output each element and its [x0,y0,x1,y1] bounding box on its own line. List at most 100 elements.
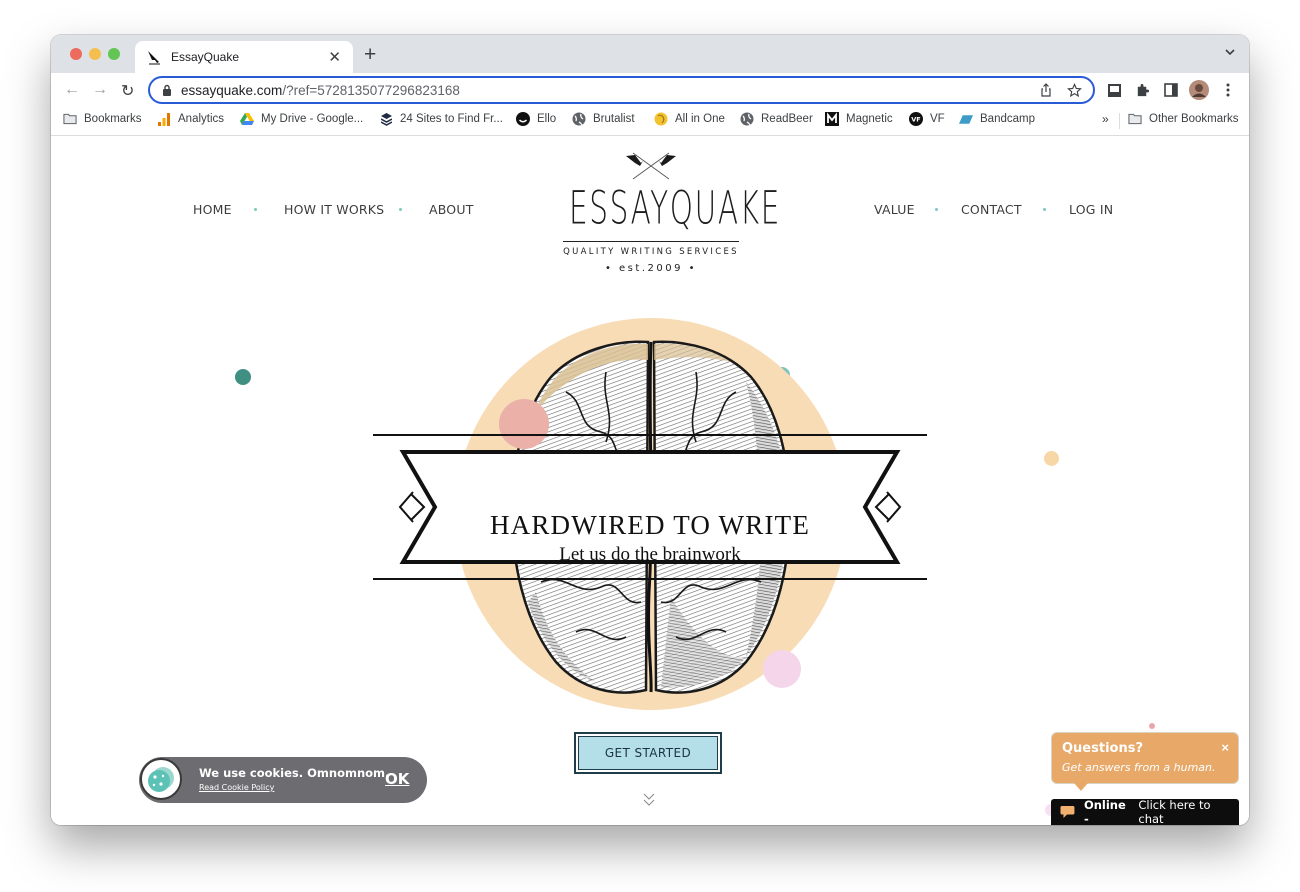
active-tab[interactable]: EssayQuake ✕ [135,41,353,73]
bookmark-label: Analytics [178,113,225,125]
crossed-quills-icon [626,152,676,180]
bookmark-label: 24 Sites to Find Fr... [400,113,503,125]
logo-tagline: QUALITY WRITING SERVICES [563,247,739,257]
folder-icon [63,112,77,126]
quill-bird-icon [148,51,160,65]
bookmark-ello[interactable]: Ello [516,112,556,126]
bookmark-brutalist[interactable]: Brutalist [572,112,635,126]
chat-action: Click here to chat [1138,798,1211,825]
bookmark-bandcamp[interactable]: Bandcamp [959,112,1035,126]
layers-icon [379,112,393,126]
bookmark-label: Brutalist [593,113,635,125]
nav-about[interactable]: ABOUT [429,202,474,217]
kebab-menu-icon[interactable] [1217,79,1239,101]
tab-title: EssayQuake [171,50,240,64]
cookie-banner: We use cookies. Omnomnom. Read Cookie Po… [139,757,427,803]
bookmark-label: ReadBeer [761,113,813,125]
nav-separator-dot [935,208,938,211]
decorative-dot [1149,723,1155,729]
bandcamp-icon [959,112,973,126]
chat-bubble-icon [1060,806,1075,818]
bookmark-label: Magnetic [846,113,893,125]
all-in-one-icon [654,112,668,126]
url-host: essayquake.com [181,82,283,98]
nav-value[interactable]: VALUE [874,202,915,217]
bookmarks-bar: Bookmarks Analytics My Drive - Google...… [51,107,1249,136]
chat-prompt-bubble[interactable]: Questions? Get answers from a human. × [1051,732,1239,791]
bookmark-analytics[interactable]: Analytics [157,112,224,126]
bookmark-all-in-one[interactable]: All in One [654,112,725,126]
extensions-puzzle-icon[interactable] [1131,79,1153,101]
google-drive-icon [240,112,254,126]
bookmark-other-bookmarks[interactable]: Other Bookmarks [1128,112,1238,126]
nav-separator-dot [399,208,402,211]
bookmark-bookmarks[interactable]: Bookmarks [63,112,142,126]
globe-icon [572,112,586,126]
scroll-down-chevrons-icon[interactable] [641,791,657,811]
bookmark-label: My Drive - Google... [261,113,364,125]
browser-window: EssayQuake ✕ + ← → ↻ essayquake.com/?ref… [51,35,1249,825]
bookmark-label: Other Bookmarks [1149,113,1239,125]
new-tab-button[interactable]: + [364,43,376,67]
bookmark-label: Ello [537,113,557,125]
bookmark-24-sites[interactable]: 24 Sites to Find Fr... [379,112,503,126]
globe-icon [740,112,754,126]
share-icon[interactable] [1037,81,1055,99]
chevron-down-icon[interactable] [1225,47,1235,57]
hero-subtitle: Let us do the brainwork [559,544,741,565]
close-chat-prompt-icon[interactable]: × [1221,740,1229,755]
bookmark-my-drive[interactable]: My Drive - Google... [240,112,363,126]
lock-icon [163,84,171,96]
back-button[interactable]: ← [64,81,80,99]
bookmark-vf[interactable]: VF VF [909,112,945,126]
star-icon[interactable] [1065,81,1083,99]
bookmarks-overflow-button[interactable]: » [1102,112,1109,126]
get-started-button[interactable]: GET STARTED [574,732,722,774]
toolbar: ← → ↻ essayquake.com/?ref=57281350772968… [51,73,1249,107]
close-window-button[interactable] [70,48,82,60]
bookmark-label: VF [930,113,945,125]
chat-prompt-title: Questions? [1062,741,1143,756]
logo-established: • est.2009 • [604,263,698,274]
nav-contact[interactable]: CONTACT [961,202,1022,217]
site-logo[interactable]: ESSAYQUAKE QUALITY WRITING SERVICES • es… [551,151,782,274]
chat-prompt-subtitle: Get answers from a human. [1062,761,1216,774]
nav-log-in[interactable]: LOG IN [1069,202,1113,217]
logo-rule [563,241,739,242]
forward-button[interactable]: → [92,81,108,99]
vf-icon: VF [909,112,923,126]
url-path: /?ref=5728135077296823168 [282,82,460,98]
minimize-window-button[interactable] [89,48,101,60]
address-bar[interactable]: essayquake.com/?ref=5728135077296823168 [148,76,1095,104]
bookmark-label: Bookmarks [84,113,142,125]
chat-status: Online - [1083,798,1126,825]
open-chat-button[interactable]: Online - Click here to chat [1051,798,1239,825]
bookmark-label: Bandcamp [980,113,1035,125]
nav-separator-dot [254,208,257,211]
url-text: essayquake.com/?ref=5728135077296823168 [181,83,1037,98]
extension-icon[interactable] [1103,79,1125,101]
cookie-ok-button[interactable]: OK [385,770,409,788]
nav-separator-dot [1043,208,1046,211]
hero-title: HARDWIRED TO WRITE [489,510,811,540]
reload-button[interactable]: ↻ [121,81,134,101]
nav-how-it-works[interactable]: HOW IT WORKS [284,202,384,217]
cookie-policy-link[interactable]: Read Cookie Policy [199,783,274,792]
zoom-window-button[interactable] [108,48,120,60]
cookie-message: We use cookies. Omnomnom. [199,766,390,780]
profile-avatar[interactable] [1188,79,1210,101]
nav-home[interactable]: HOME [193,202,232,217]
side-panel-icon[interactable] [1160,79,1182,101]
bookmark-label: All in One [675,113,725,125]
decorative-dot [763,650,801,688]
analytics-icon [157,112,171,126]
tab-strip: EssayQuake ✕ + [51,35,1249,73]
bookmark-readbeer[interactable]: ReadBeer [740,112,813,126]
logo-wordmark: ESSAYQUAKE [569,183,782,235]
decorative-dot [1044,451,1059,466]
close-tab-icon[interactable]: ✕ [328,48,341,66]
cookie-icon [140,758,182,800]
ello-icon [516,112,530,126]
bookmark-magnetic[interactable]: Magnetic [825,112,893,126]
folder-icon [1128,112,1142,126]
